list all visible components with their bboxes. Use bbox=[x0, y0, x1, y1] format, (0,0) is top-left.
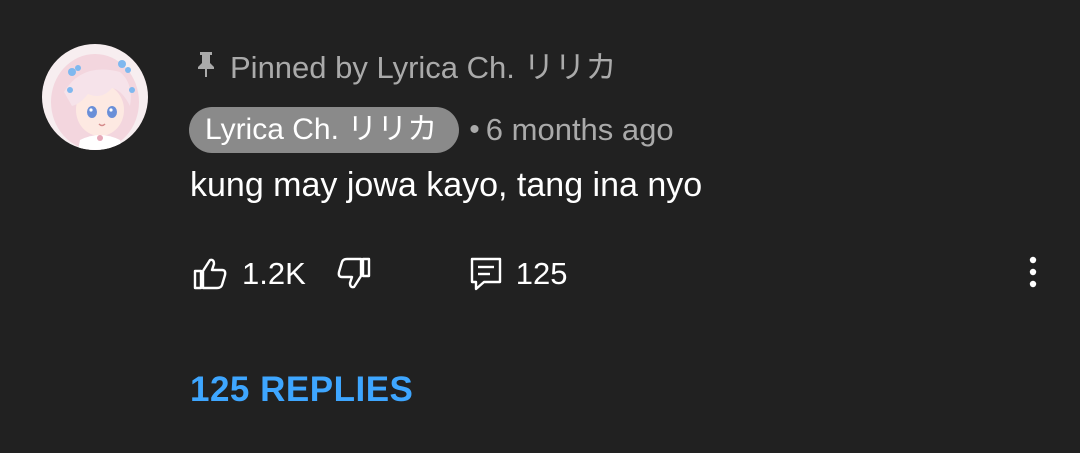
comment-action-bar: 1.2K 125 bbox=[190, 252, 568, 296]
pinned-indicator: Pinned by Lyrica Ch. リリカ bbox=[194, 42, 617, 86]
author-avatar[interactable] bbox=[42, 44, 148, 150]
avatar-image bbox=[42, 44, 148, 150]
comment-timestamp[interactable]: 6 months ago bbox=[486, 112, 674, 148]
comment-thread: Pinned by Lyrica Ch. リリカ Lyrica Ch. リリカ … bbox=[0, 0, 1080, 453]
reply-button[interactable]: 125 bbox=[468, 254, 568, 294]
more-options-button[interactable] bbox=[1018, 254, 1048, 294]
dislike-button[interactable] bbox=[334, 254, 374, 294]
like-count: 1.2K bbox=[242, 256, 306, 291]
pin-icon bbox=[194, 50, 218, 78]
view-replies-link[interactable]: 125 REPLIES bbox=[190, 370, 413, 410]
pinned-text: Pinned by Lyrica Ch. リリカ bbox=[230, 49, 617, 85]
comment-body: kung may jowa kayo, tang ina nyo bbox=[190, 166, 703, 204]
more-vertical-icon bbox=[1029, 256, 1037, 293]
like-button[interactable]: 1.2K bbox=[190, 254, 306, 294]
separator-dot: • bbox=[469, 113, 480, 146]
comment-header: Lyrica Ch. リリカ • 6 months ago bbox=[189, 107, 674, 153]
author-name-chip[interactable]: Lyrica Ch. リリカ bbox=[189, 107, 460, 153]
reply-comment-icon bbox=[468, 254, 504, 294]
reply-count: 125 bbox=[515, 256, 568, 291]
thumbs-down-icon bbox=[334, 254, 374, 294]
thumbs-up-icon bbox=[190, 254, 230, 294]
